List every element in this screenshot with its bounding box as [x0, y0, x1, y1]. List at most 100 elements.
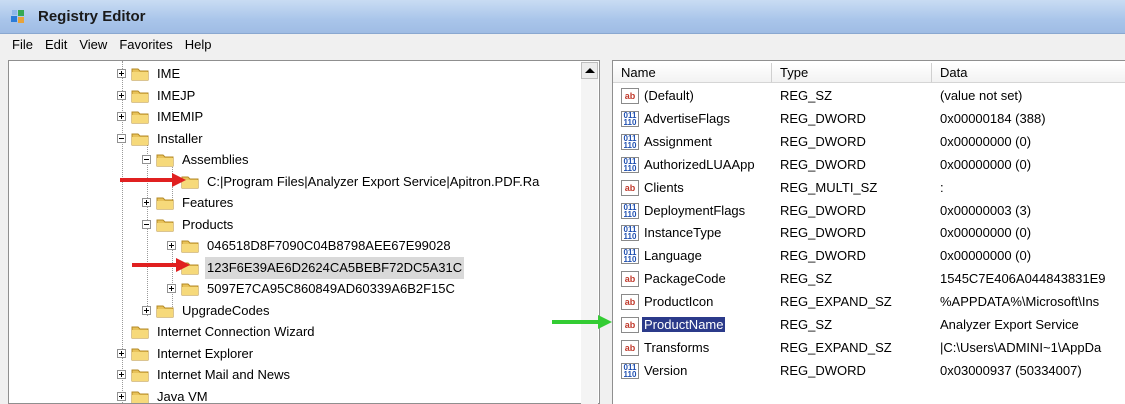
value-row[interactable]: 011 110 AuthorizedLUAApp REG_DWORD 0x000000… — [613, 154, 1125, 177]
menu-edit[interactable]: Edit — [39, 34, 73, 52]
folder-icon — [156, 152, 174, 167]
expand-icon[interactable] — [117, 348, 126, 358]
value-name: (Default) — [644, 88, 694, 103]
value-data: 0x00000000 (0) — [940, 133, 1032, 149]
value-type: REG_SZ — [780, 271, 833, 287]
binary-value-icon: 011 110 — [621, 362, 639, 379]
value-row[interactable]: ab (Default) REG_SZ (value not set) — [613, 85, 1125, 108]
tree-scrollbar[interactable] — [581, 79, 598, 404]
tree-item-label: Internet Explorer — [157, 345, 254, 361]
tree-item-label: IMEMIP — [157, 109, 204, 124]
scroll-up-button[interactable] — [581, 62, 598, 79]
tree-item-label: UpgradeCodes — [182, 302, 270, 318]
value-row[interactable]: 011 110 InstanceType REG_DWORD 0x00000000 (… — [613, 222, 1125, 245]
menu-file[interactable]: File — [6, 34, 39, 52]
value-data: Analyzer Export Service — [940, 317, 1079, 332]
expand-icon[interactable] — [117, 90, 126, 100]
tree-item-label: IME — [157, 66, 181, 81]
value-row[interactable]: ab Transforms REG_EXPAND_SZ |C:\Users\ADMIN… — [613, 337, 1125, 360]
expand-icon[interactable] — [167, 284, 176, 293]
value-type: REG_EXPAND_SZ — [780, 339, 892, 355]
tree-item-label: Products — [182, 216, 234, 232]
binary-value-icon: 011 110 — [621, 248, 639, 265]
value-data: 0x00000000 (0) — [940, 156, 1032, 172]
value-row[interactable]: ab Clients REG_MULTI_SZ: — [613, 177, 1125, 200]
tree-item-label: Assemblies — [182, 152, 249, 167]
value-type: REG_SZ — [780, 317, 833, 332]
binary-value-icon: 011 110 — [621, 110, 639, 127]
expand-icon[interactable] — [142, 198, 151, 207]
binary-value-icon: 011 110 — [621, 225, 639, 242]
tree-item-label: IMEJP — [157, 87, 196, 103]
tree-item-label: C:|Program Files|Analyzer Export Service… — [207, 173, 540, 189]
menu-view[interactable]: View — [73, 34, 113, 52]
folder-icon — [131, 389, 149, 403]
value-type: REG_DWORD — [780, 110, 866, 126]
expand-icon[interactable] — [117, 391, 126, 401]
expand-icon[interactable] — [117, 112, 126, 121]
value-type: REG_DWORD — [780, 133, 866, 149]
value-type: REG_SZ — [780, 88, 833, 103]
string-value-icon: ab — [621, 339, 639, 356]
expand-icon[interactable] — [117, 370, 126, 379]
collapse-icon[interactable] — [117, 133, 126, 143]
value-data: (value not set) — [940, 88, 1023, 103]
folder-icon — [131, 88, 149, 103]
pane-splitter[interactable] — [600, 60, 612, 404]
collapse-icon[interactable] — [142, 219, 151, 229]
value-type: REG_EXPAND_SZ — [780, 294, 892, 310]
tree-item-label: 5097E7CA95C860849AD60339A6B2F15C — [207, 281, 455, 296]
menu-help[interactable]: Help — [179, 34, 218, 52]
menu-favorites[interactable]: Favorites — [113, 34, 178, 52]
value-row[interactable]: 011 110 AdvertiseFlags REG_DWORD 0x00000184… — [613, 108, 1125, 131]
registry-icon — [11, 10, 24, 23]
menu-bar: File Edit View Favorites Help — [0, 34, 1125, 56]
value-data: |C:\Users\ADMINI~1\AppDa — [940, 339, 1102, 355]
value-type: REG_DWORD — [780, 362, 866, 378]
value-name: InstanceType — [644, 225, 722, 241]
value-type: REG_DWORD — [780, 156, 866, 172]
value-data: 0x00000000 (0) — [940, 225, 1032, 241]
value-row[interactable]: 011 110 DeploymentFlags REG_DWORD 0x0000000… — [613, 200, 1125, 223]
value-row[interactable]: 011 110 Language REG_DWORD 0x00000000 (0) — [613, 245, 1125, 268]
value-data: : — [940, 179, 944, 195]
value-name: Assignment — [644, 133, 712, 149]
value-row[interactable]: ab ProductIcon REG_EXPAND_SZ %APPDATA%\Micr… — [613, 291, 1125, 314]
value-list[interactable]: Name Type Data ab (Default) REG_SZ (value n… — [612, 60, 1125, 404]
green-arrow-productname — [552, 315, 612, 329]
value-row[interactable]: ab PackageCode REG_SZ 1545C7E406A044843831E… — [613, 268, 1125, 291]
value-row[interactable]: ab ProductName REG_SZ Analyzer Export Servi… — [613, 314, 1125, 337]
title-bar: Registry Editor — [0, 0, 1125, 34]
binary-value-icon: 011 110 — [621, 133, 639, 150]
string-value-icon: ab — [621, 88, 639, 104]
key-tree[interactable]: IME IMEJP IMEMIP Installer Assemblies C:|Prog… — [8, 60, 600, 404]
folder-icon — [131, 324, 149, 339]
value-data: 0x00000000 (0) — [940, 248, 1032, 264]
value-name: PackageCode — [644, 271, 726, 287]
window-title: Registry Editor — [38, 8, 146, 25]
expand-icon[interactable] — [167, 241, 176, 250]
value-data: 0x00000184 (388) — [940, 110, 1046, 126]
value-name: AuthorizedLUAApp — [644, 156, 755, 172]
column-header-data[interactable]: Data — [932, 63, 1125, 83]
tree-item-label: 046518D8F7090C04B8798AEE67E99028 — [207, 238, 451, 253]
value-row[interactable]: 011 110 Version REG_DWORD 0x03000937 (50334… — [613, 360, 1125, 383]
value-type: REG_DWORD — [780, 225, 866, 241]
expand-icon[interactable] — [117, 69, 126, 78]
folder-icon — [181, 238, 199, 253]
column-header-type[interactable]: Type — [772, 63, 932, 83]
value-row[interactable]: 011 110 Assignment REG_DWORD 0x00000000 (0) — [613, 131, 1125, 154]
value-type: REG_DWORD — [780, 248, 866, 264]
string-value-icon: ab — [621, 179, 639, 196]
folder-icon — [181, 281, 199, 296]
tree-item-label: Internet Mail and News — [157, 367, 290, 382]
value-name: Language — [644, 248, 702, 264]
column-header-name[interactable]: Name — [613, 63, 772, 83]
tree-item-label: 123F6E39AE6D2624CA5BEBF72DC5A31C — [205, 256, 465, 279]
value-data: 0x03000937 (50334007) — [940, 362, 1082, 378]
expand-icon[interactable] — [142, 305, 151, 315]
tree-item-label: Internet Connection Wizard — [157, 324, 315, 339]
binary-value-icon: 011 110 — [621, 156, 639, 173]
tree-item-label: Installer — [157, 130, 203, 146]
collapse-icon[interactable] — [142, 155, 151, 164]
